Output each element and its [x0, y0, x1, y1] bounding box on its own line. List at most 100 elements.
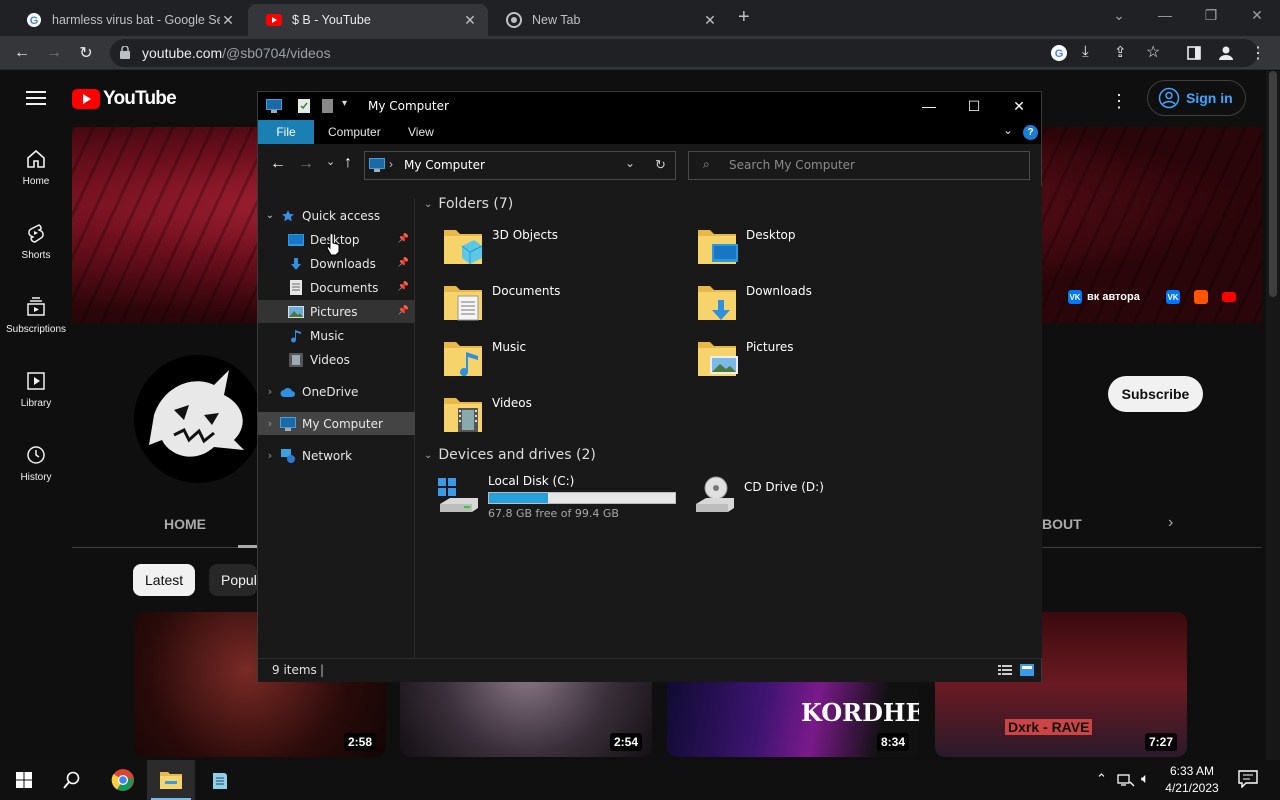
show-hidden-icons-chevron-icon[interactable]: ⌃	[1096, 771, 1107, 787]
install-icon[interactable]: ⤓	[1082, 43, 1089, 60]
explorer-close-icon[interactable]: ✕	[996, 92, 1042, 120]
page-scrollbar[interactable]	[1266, 71, 1280, 760]
drives-group-header[interactable]: ⌄ Devices and drives (2)	[424, 447, 596, 463]
back-arrow-icon[interactable]: ←	[270, 155, 286, 173]
network-status-icon[interactable]	[1117, 772, 1135, 793]
ribbon-tab-computer[interactable]: Computer	[314, 120, 395, 144]
pin-icon[interactable]: 📌	[398, 234, 409, 244]
sidebar-item-library[interactable]: Library	[0, 370, 72, 409]
breadcrumb-chevron-icon[interactable]: ›	[389, 157, 393, 171]
hamburger-menu-icon[interactable]	[26, 90, 46, 111]
forward-arrow-icon[interactable]: →	[42, 41, 66, 65]
tab-search-chevron-icon[interactable]: ⌄	[1096, 0, 1142, 30]
nav-item-my-computer[interactable]: › My Computer	[258, 412, 415, 435]
sidebar-item-shorts[interactable]: Shorts	[0, 222, 72, 261]
nav-item-onedrive[interactable]: › OneDrive	[258, 380, 415, 403]
taskbar-chrome[interactable]	[99, 760, 147, 800]
taskbar-file-explorer[interactable]	[147, 760, 195, 800]
nav-item-videos[interactable]: Videos	[258, 348, 415, 371]
expand-chevron-icon[interactable]: ›	[260, 417, 280, 430]
close-tab-icon[interactable]: ✕	[462, 12, 478, 29]
expand-chevron-icon[interactable]: ›	[260, 385, 280, 398]
sidebar-item-subscriptions[interactable]: Subscriptions	[0, 296, 72, 335]
soundcloud-icon[interactable]	[1194, 290, 1208, 304]
expand-chevron-icon[interactable]: ›	[260, 449, 280, 462]
minimize-icon[interactable]: —	[1142, 0, 1188, 30]
expand-chevron-icon[interactable]: ⌄	[260, 210, 280, 221]
new-tab-plus-icon[interactable]: +	[738, 6, 750, 29]
folder-desktop[interactable]: Desktop	[696, 224, 936, 276]
notifications-icon[interactable]	[1238, 770, 1258, 793]
start-button[interactable]	[0, 760, 48, 800]
chip-latest[interactable]: Latest	[133, 564, 196, 596]
share-icon[interactable]: ⇪	[1114, 43, 1127, 61]
address-field[interactable]: › My Computer ⌄ ↻	[364, 151, 676, 180]
new-folder-icon[interactable]	[322, 99, 333, 113]
tab-new-tab[interactable]: New Tab ✕	[488, 4, 728, 36]
explorer-minimize-icon[interactable]: —	[906, 92, 952, 120]
youtube-logo[interactable]: YouTube	[72, 88, 177, 110]
vk-icon[interactable]: VK	[1166, 290, 1180, 304]
tab-youtube[interactable]: $ B - YouTube ✕	[248, 4, 488, 36]
search-button[interactable]	[48, 760, 96, 800]
folder-3d-objects[interactable]: 3D Objects	[442, 224, 682, 276]
scrollbar-thumb[interactable]	[1269, 71, 1277, 297]
up-arrow-icon[interactable]: ↑	[344, 154, 352, 172]
refresh-icon[interactable]: ↻	[655, 157, 666, 173]
taskbar-notepad[interactable]	[196, 760, 244, 800]
help-icon[interactable]: ?	[1023, 125, 1038, 140]
quick-access-dropdown-icon[interactable]: ▾	[342, 98, 347, 109]
back-arrow-icon[interactable]: ←	[10, 41, 34, 65]
reload-icon[interactable]: ↻	[74, 41, 98, 65]
ribbon-tab-view[interactable]: View	[394, 120, 448, 144]
youtube-link-icon[interactable]	[1222, 292, 1236, 302]
nav-item-music[interactable]: Music	[258, 324, 415, 347]
ribbon-tab-file[interactable]: File	[258, 120, 314, 144]
close-window-icon[interactable]: ✕	[1234, 0, 1280, 30]
google-lens-icon[interactable]: G	[1050, 44, 1068, 67]
drive-cd-d[interactable]: CD Drive (D:)	[692, 474, 932, 526]
volume-icon[interactable]: 🔈︎	[1141, 770, 1149, 787]
pin-icon[interactable]: 📌	[398, 258, 409, 268]
sidebar-item-home[interactable]: Home	[0, 148, 72, 187]
profile-icon[interactable]	[1214, 41, 1238, 65]
address-dropdown-icon[interactable]: ⌄	[625, 156, 635, 170]
ribbon-expand-chevron-icon[interactable]: ⌄	[1003, 123, 1013, 137]
close-tab-icon[interactable]: ✕	[702, 12, 718, 29]
forward-arrow-icon[interactable]: →	[298, 155, 314, 173]
chip-popular[interactable]: Popul	[209, 564, 257, 596]
channel-tab-about[interactable]: BOUT	[1042, 516, 1082, 532]
bookmark-star-icon[interactable]: ☆	[1146, 42, 1160, 62]
subscribe-button[interactable]: Subscribe	[1108, 376, 1203, 412]
explorer-title-bar[interactable]: ▾ My Computer — ☐ ✕	[258, 92, 1041, 120]
nav-item-pictures[interactable]: Pictures 📌	[258, 300, 415, 323]
tiles-view-icon[interactable]	[1020, 664, 1034, 679]
folder-documents[interactable]: Documents	[442, 280, 682, 332]
explorer-maximize-icon[interactable]: ☐	[951, 92, 997, 120]
banner-link-vk[interactable]: VK вк автора	[1068, 290, 1140, 304]
taskbar-clock[interactable]: 6:33 AM 4/21/2023	[1160, 763, 1224, 797]
folder-downloads[interactable]: Downloads	[696, 280, 936, 332]
nav-item-documents[interactable]: Documents 📌	[258, 276, 415, 299]
channel-tab-home[interactable]: HOME	[164, 516, 206, 532]
pin-icon[interactable]: 📌	[398, 282, 409, 292]
sign-in-button[interactable]: Sign in	[1147, 80, 1246, 116]
side-panel-icon[interactable]	[1182, 41, 1206, 65]
folder-videos[interactable]: Videos	[442, 392, 682, 444]
folder-pictures[interactable]: Pictures	[696, 336, 936, 388]
chevron-right-icon[interactable]: ›	[1168, 514, 1173, 532]
nav-item-network[interactable]: › Network	[258, 444, 415, 467]
drive-local-disk-c[interactable]: Local Disk (C:) 67.8 GB free of 99.4 GB	[436, 474, 686, 526]
folders-group-header[interactable]: ⌄ Folders (7)	[424, 196, 513, 212]
pin-icon[interactable]: 📌	[398, 306, 409, 316]
menu-kebab-icon[interactable]: ⋮	[1246, 41, 1270, 65]
tab-google-search[interactable]: G harmless virus bat - Google Sear ✕	[8, 4, 246, 36]
sidebar-item-history[interactable]: History	[0, 444, 72, 483]
search-field[interactable]: ⌕ Search My Computer	[688, 151, 1030, 180]
address-bar[interactable]: youtube.com/@sb0704/videos G ⤓ ⇪ ☆	[110, 39, 1258, 67]
details-view-icon[interactable]	[998, 665, 1012, 679]
settings-kebab-icon[interactable]: ⋮	[1110, 91, 1128, 112]
properties-icon[interactable]	[298, 99, 310, 118]
folder-music[interactable]: Music	[442, 336, 682, 388]
nav-item-quick-access[interactable]: ⌄ Quick access	[258, 204, 415, 227]
